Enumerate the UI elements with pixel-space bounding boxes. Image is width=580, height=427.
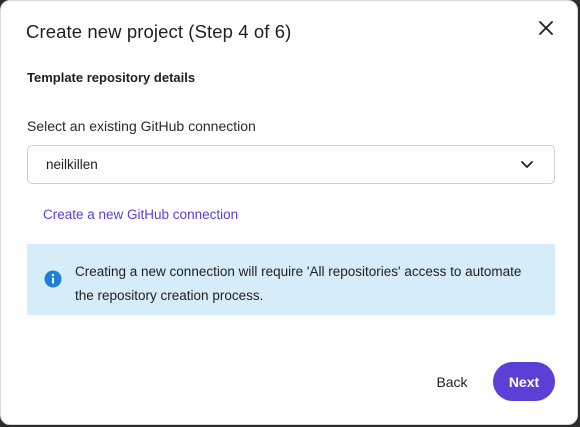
- github-connection-value: neilkillen: [46, 157, 98, 172]
- next-button[interactable]: Next: [493, 362, 555, 401]
- info-message: Creating a new connection will require '…: [75, 264, 522, 303]
- back-button[interactable]: Back: [423, 363, 481, 401]
- create-github-connection-link[interactable]: Create a new GitHub connection: [43, 207, 238, 222]
- info-icon: [44, 270, 62, 288]
- section-heading: Template repository details: [27, 70, 196, 85]
- close-button[interactable]: [533, 15, 559, 41]
- chevron-down-icon: [521, 161, 533, 168]
- github-connection-label: Select an existing GitHub connection: [27, 118, 256, 134]
- create-project-dialog: Create new project (Step 4 of 6) Templat…: [0, 0, 578, 425]
- info-banner: Creating a new connection will require '…: [27, 244, 555, 315]
- github-connection-select[interactable]: neilkillen: [27, 145, 555, 184]
- close-icon: [539, 21, 553, 35]
- dialog-title: Create new project (Step 4 of 6): [26, 21, 292, 42]
